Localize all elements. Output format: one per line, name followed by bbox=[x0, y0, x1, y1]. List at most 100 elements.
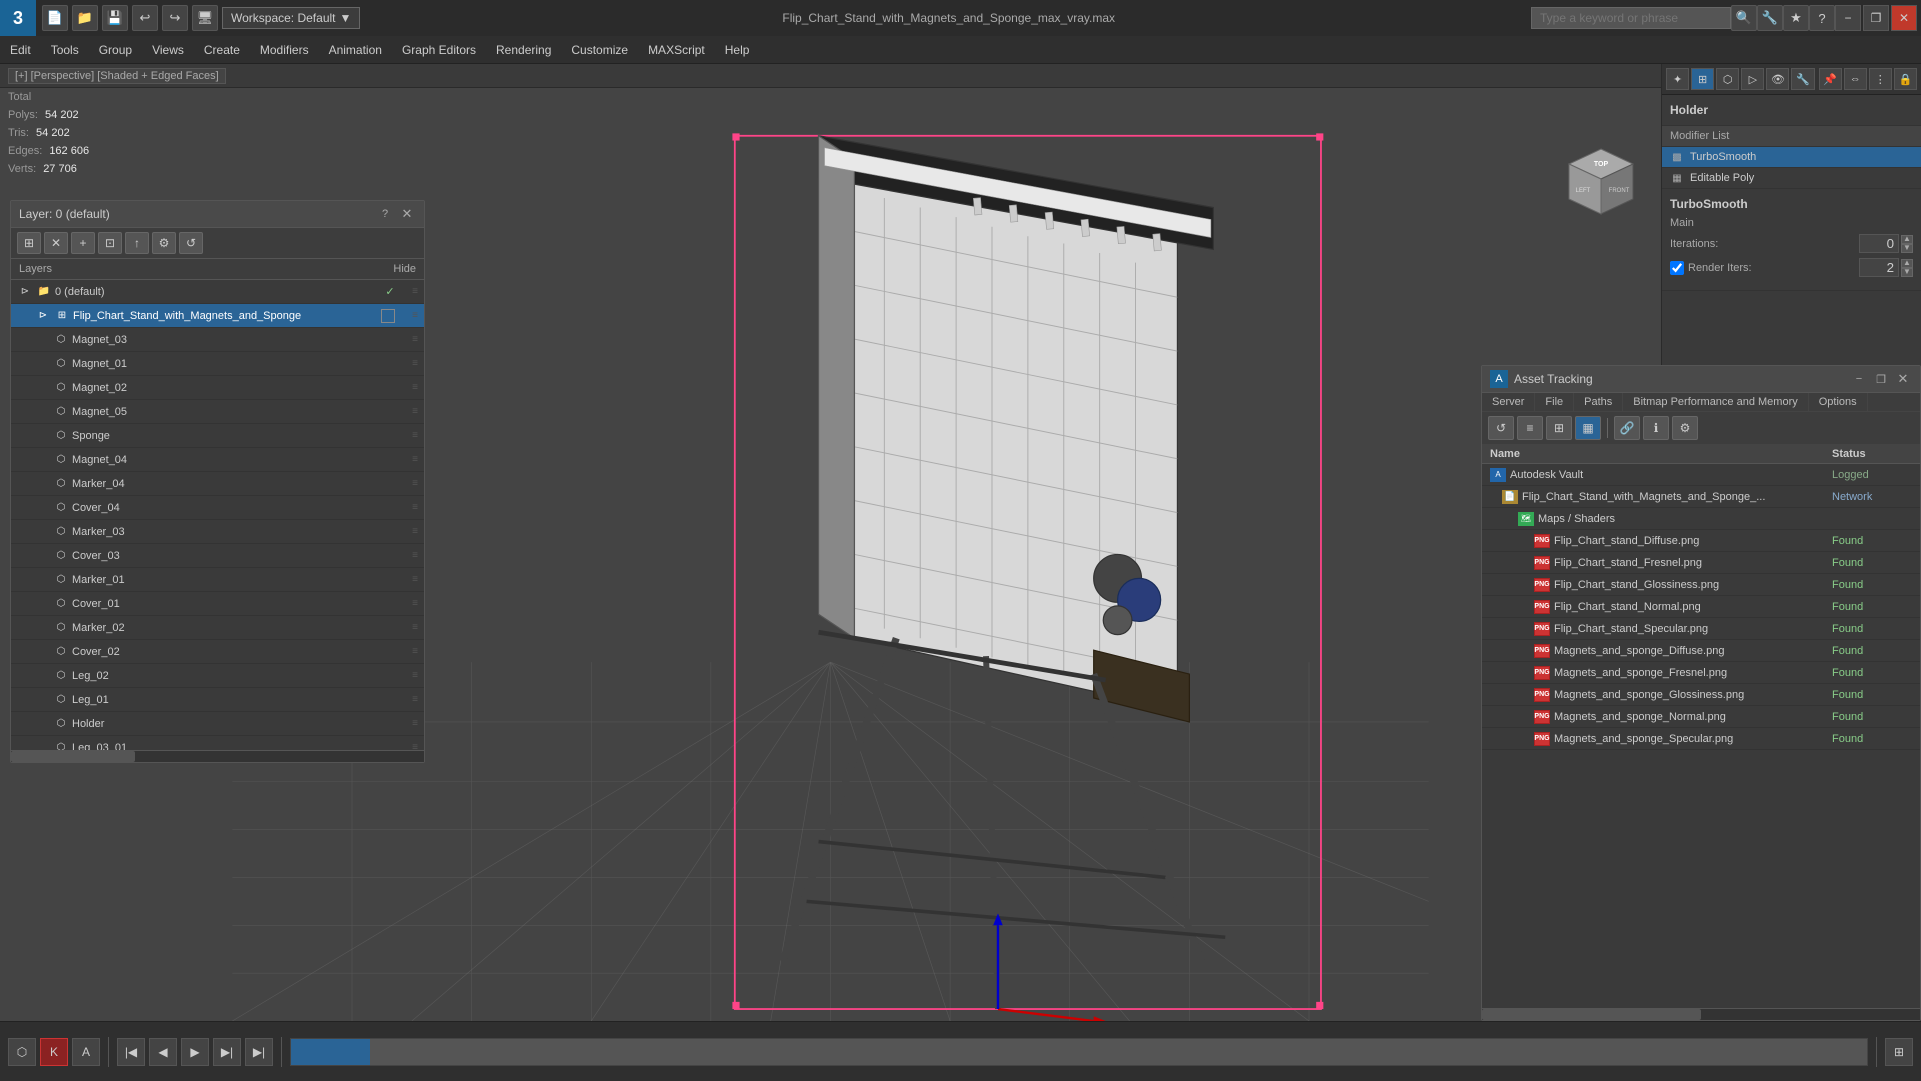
layer-settings-btn[interactable]: ⚙ bbox=[152, 232, 176, 254]
asset-grid-btn[interactable]: ⊞ bbox=[1546, 416, 1572, 440]
asset-row-mag-normal[interactable]: PNG Magnets_and_sponge_Normal.png Found bbox=[1482, 706, 1920, 728]
layer-scrollbar[interactable] bbox=[11, 750, 424, 762]
bookmark-button[interactable]: ★ bbox=[1783, 5, 1809, 31]
asset-menu-file[interactable]: File bbox=[1535, 393, 1574, 411]
asset-menu-bitmap[interactable]: Bitmap Performance and Memory bbox=[1623, 393, 1808, 411]
layer-row-magnet04[interactable]: ⬡ Magnet_04 ≡ bbox=[11, 448, 424, 472]
open-button[interactable]: 📁 bbox=[72, 5, 98, 31]
asset-row-specular[interactable]: PNG Flip_Chart_stand_Specular.png Found bbox=[1482, 618, 1920, 640]
asset-row-vault[interactable]: A Autodesk Vault Logged bbox=[1482, 464, 1920, 486]
display-tab-btn[interactable]: 👁 bbox=[1766, 68, 1789, 90]
play-btn[interactable]: ▶ bbox=[181, 1038, 209, 1066]
asset-menu-options[interactable]: Options bbox=[1809, 393, 1868, 411]
asset-list-btn[interactable]: ≡ bbox=[1517, 416, 1543, 440]
search-input[interactable] bbox=[1531, 7, 1731, 29]
asset-row-mag-diffuse[interactable]: PNG Magnets_and_sponge_Diffuse.png Found bbox=[1482, 640, 1920, 662]
layer-help-button[interactable]: ? bbox=[376, 205, 394, 223]
asset-link-btn[interactable]: 🔗 bbox=[1614, 416, 1640, 440]
layer-row-cover02[interactable]: ⬡ Cover_02 ≡ bbox=[11, 640, 424, 664]
lock-tab-btn[interactable]: 🔒 bbox=[1894, 68, 1917, 90]
layer-row-holder[interactable]: ⬡ Holder ≡ bbox=[11, 712, 424, 736]
asset-row-glossiness[interactable]: PNG Flip_Chart_stand_Glossiness.png Foun… bbox=[1482, 574, 1920, 596]
layer-row-marker03[interactable]: ⬡ Marker_03 ≡ bbox=[11, 520, 424, 544]
keyframe-btn[interactable]: ⬡ bbox=[8, 1038, 36, 1066]
layer-refresh-btn[interactable]: ↺ bbox=[179, 232, 203, 254]
layer-row-magnet03[interactable]: ⬡ Magnet_03 ≡ bbox=[11, 328, 424, 352]
asset-row-normal[interactable]: PNG Flip_Chart_stand_Normal.png Found bbox=[1482, 596, 1920, 618]
asset-restore-btn[interactable]: ❐ bbox=[1872, 370, 1890, 388]
layer-row-magnet02[interactable]: ⬡ Magnet_02 ≡ bbox=[11, 376, 424, 400]
hierarchy-tab-btn[interactable]: ⬡ bbox=[1716, 68, 1739, 90]
modify-tab-btn[interactable]: ⊞ bbox=[1691, 68, 1714, 90]
iterations-down[interactable]: ▼ bbox=[1901, 244, 1913, 253]
prev-frame-btn[interactable]: ◀ bbox=[149, 1038, 177, 1066]
layer-delete-btn[interactable]: ✕ bbox=[44, 232, 68, 254]
time-slider[interactable] bbox=[290, 1038, 1868, 1066]
redo-button[interactable]: ↪ bbox=[162, 5, 188, 31]
render-iters-checkbox[interactable] bbox=[1670, 261, 1684, 275]
minimize-button[interactable]: − bbox=[1835, 5, 1861, 31]
layer-row-sponge[interactable]: ⬡ Sponge ≡ bbox=[11, 424, 424, 448]
asset-row-fresnel[interactable]: PNG Flip_Chart_stand_Fresnel.png Found bbox=[1482, 552, 1920, 574]
menu-help[interactable]: Help bbox=[715, 36, 760, 63]
asset-row-diffuse[interactable]: PNG Flip_Chart_stand_Diffuse.png Found bbox=[1482, 530, 1920, 552]
layer-row-marker02[interactable]: ⬡ Marker_02 ≡ bbox=[11, 616, 424, 640]
layer-new-layer-btn[interactable]: ⊞ bbox=[17, 232, 41, 254]
asset-row-mag-glossiness[interactable]: PNG Magnets_and_sponge_Glossiness.png Fo… bbox=[1482, 684, 1920, 706]
create-tab-btn[interactable]: ✦ bbox=[1666, 68, 1689, 90]
asset-refresh-btn[interactable]: ↺ bbox=[1488, 416, 1514, 440]
menu-tools[interactable]: Tools bbox=[41, 36, 89, 63]
render-iters-input[interactable] bbox=[1859, 258, 1899, 277]
new-button[interactable]: 📄 bbox=[42, 5, 68, 31]
go-start-btn[interactable]: |◀ bbox=[117, 1038, 145, 1066]
asset-scrollbar[interactable] bbox=[1482, 1008, 1920, 1020]
pin-tab-btn[interactable]: 📌 bbox=[1819, 68, 1842, 90]
menu-edit[interactable]: Edit bbox=[0, 36, 41, 63]
layer-row-marker01[interactable]: ⬡ Marker_01 ≡ bbox=[11, 568, 424, 592]
nav-cube[interactable]: TOP FRONT LEFT bbox=[1561, 144, 1641, 224]
menu-views[interactable]: Views bbox=[142, 36, 194, 63]
asset-minimize-btn[interactable]: − bbox=[1850, 370, 1868, 388]
auto-key-btn[interactable]: A bbox=[72, 1038, 100, 1066]
layer-row-default[interactable]: ⊳ 📁 0 (default) ✓ ≡ bbox=[11, 280, 424, 304]
layer-row-cover04[interactable]: ⬡ Cover_04 ≡ bbox=[11, 496, 424, 520]
layer-row-leg02[interactable]: ⬡ Leg_02 ≡ bbox=[11, 664, 424, 688]
undo-button[interactable]: ↩ bbox=[132, 5, 158, 31]
expand-tab-btn[interactable]: ⇔ bbox=[1844, 68, 1867, 90]
scene-button[interactable]: 🖥 bbox=[192, 5, 218, 31]
search-button[interactable]: 🔍 bbox=[1731, 5, 1757, 31]
iterations-input[interactable] bbox=[1859, 234, 1899, 253]
motion-tab-btn[interactable]: ▷ bbox=[1741, 68, 1764, 90]
options-tab-btn[interactable]: ⋮ bbox=[1869, 68, 1892, 90]
set-key-btn[interactable]: K bbox=[40, 1038, 68, 1066]
workspace-dropdown[interactable]: Workspace: Default ▼ bbox=[222, 7, 360, 29]
go-end-btn[interactable]: ▶| bbox=[245, 1038, 273, 1066]
menu-group[interactable]: Group bbox=[89, 36, 142, 63]
layer-row-cover03[interactable]: ⬡ Cover_03 ≡ bbox=[11, 544, 424, 568]
time-config-btn[interactable]: ⊞ bbox=[1885, 1038, 1913, 1066]
layer-row-leg01[interactable]: ⬡ Leg_01 ≡ bbox=[11, 688, 424, 712]
layer-row-cover01[interactable]: ⬡ Cover_01 ≡ bbox=[11, 592, 424, 616]
save-button[interactable]: 💾 bbox=[102, 5, 128, 31]
asset-row-mag-specular[interactable]: PNG Magnets_and_sponge_Specular.png Foun… bbox=[1482, 728, 1920, 750]
menu-animation[interactable]: Animation bbox=[319, 36, 392, 63]
asset-row-maps[interactable]: 🗺 Maps / Shaders bbox=[1482, 508, 1920, 530]
layer-row-magnet05[interactable]: ⬡ Magnet_05 ≡ bbox=[11, 400, 424, 424]
layer-row-flipchart[interactable]: ⊳ ⊞ Flip_Chart_Stand_with_Magnets_and_Sp… bbox=[11, 304, 424, 328]
layer-row-leg0301[interactable]: ⬡ Leg_03_01 ≡ bbox=[11, 736, 424, 750]
asset-close-btn[interactable]: ✕ bbox=[1894, 370, 1912, 388]
menu-graph-editors[interactable]: Graph Editors bbox=[392, 36, 486, 63]
utilities-tab-btn[interactable]: 🔧 bbox=[1791, 68, 1814, 90]
layer-close-button[interactable]: ✕ bbox=[398, 205, 416, 223]
asset-menu-server[interactable]: Server bbox=[1482, 393, 1535, 411]
layer-move-to-btn[interactable]: ↑ bbox=[125, 232, 149, 254]
layer-row-magnet01[interactable]: ⬡ Magnet_01 ≡ bbox=[11, 352, 424, 376]
asset-table-btn[interactable]: ▦ bbox=[1575, 416, 1601, 440]
menu-maxscript[interactable]: MAXScript bbox=[638, 36, 715, 63]
layer-row-marker04[interactable]: ⬡ Marker_04 ≡ bbox=[11, 472, 424, 496]
menu-create[interactable]: Create bbox=[194, 36, 250, 63]
asset-row-file[interactable]: 📄 Flip_Chart_Stand_with_Magnets_and_Spon… bbox=[1482, 486, 1920, 508]
menu-rendering[interactable]: Rendering bbox=[486, 36, 561, 63]
modifier-editablepoly[interactable]: ▦ Editable Poly bbox=[1662, 168, 1921, 189]
help-button[interactable]: ? bbox=[1809, 5, 1835, 31]
